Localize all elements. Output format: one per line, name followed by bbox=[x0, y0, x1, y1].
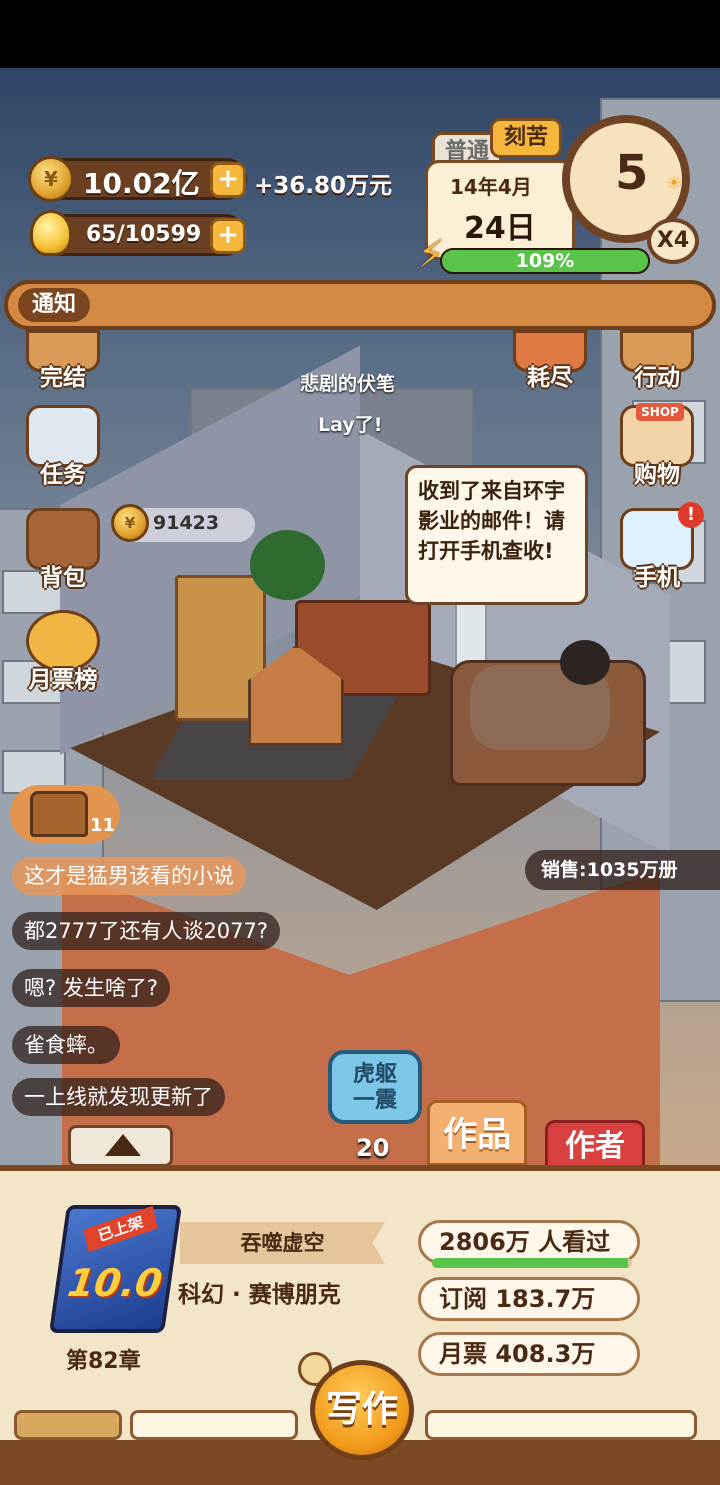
sidebar-button-exhaust[interactable]: 耗尽 bbox=[505, 320, 595, 410]
book-score: 10.0 bbox=[64, 1261, 165, 1305]
income-rate: +36.80万元 bbox=[254, 173, 393, 199]
skill-label-line1: 虎躯 bbox=[352, 1062, 397, 1087]
chat-message: 一上线就发现更新了 bbox=[12, 1078, 225, 1116]
sidebar-button-phone[interactable]: ! 手机 bbox=[612, 502, 704, 598]
coin-bubble[interactable]: ¥ 91423 bbox=[111, 504, 255, 542]
floating-text-line1: 悲剧的伏笔 bbox=[300, 373, 396, 395]
book-genre: 科幻 · 赛博朋克 bbox=[178, 1282, 341, 1308]
sun-icon: ☀ bbox=[666, 173, 683, 194]
monthly-tickets-stat: 月票 408.3万 bbox=[418, 1332, 640, 1376]
skill-label-line2: 一震 bbox=[352, 1088, 397, 1113]
energy-percent: 109% bbox=[515, 250, 575, 272]
subscriptions-stat: 订阅 183.7万 bbox=[418, 1277, 640, 1321]
lightbulb-icon bbox=[30, 210, 72, 256]
sleeping-character[interactable] bbox=[560, 640, 610, 685]
mode-tab-hard[interactable]: 刻苦 bbox=[490, 118, 562, 158]
bottom-slot-middle[interactable] bbox=[130, 1410, 298, 1440]
date-year-month: 14年4月 bbox=[450, 175, 532, 199]
lightning-icon: ⚡ bbox=[418, 232, 445, 276]
bottom-slot-right[interactable] bbox=[425, 1410, 697, 1440]
sidebar-button-monthly-ranking[interactable]: 月票榜 bbox=[18, 610, 108, 700]
floating-text-line2: Lay了! bbox=[318, 414, 383, 436]
sidebar-button-shop[interactable]: SHOP 购物 bbox=[612, 403, 702, 495]
views-progress-bar bbox=[432, 1258, 632, 1268]
clock-number: 5 bbox=[615, 145, 649, 201]
sidebar-label-finish: 完结 bbox=[40, 365, 86, 391]
speech-bubble[interactable]: 收到了来自环宇影业的邮件！请打开手机查收! bbox=[405, 465, 588, 605]
add-money-button[interactable]: + bbox=[210, 162, 246, 198]
chest-count: 11 bbox=[90, 815, 116, 836]
sidebar-label-monthly-ranking: 月票榜 bbox=[28, 667, 98, 693]
chat-message: 都2777了还有人谈2077? bbox=[12, 912, 281, 950]
coin-icon: ¥ bbox=[111, 504, 149, 542]
energy-bar: 109% bbox=[440, 248, 650, 274]
chat-message: 雀食蟀。 bbox=[12, 1026, 120, 1064]
date-card: 14年4月 24日 bbox=[425, 160, 575, 260]
book-title: 吞噬虚空 bbox=[180, 1222, 385, 1264]
money-value: 10.02亿 bbox=[83, 167, 200, 200]
published-tag: 已上架 bbox=[83, 1205, 158, 1253]
sidebar-button-action[interactable]: 行动 bbox=[612, 320, 702, 410]
inspiration-value: 65/10599 bbox=[86, 222, 202, 247]
sidebar-label-action: 行动 bbox=[634, 365, 680, 391]
sidebar-label-exhaust: 耗尽 bbox=[527, 365, 573, 391]
treasure-chest-button[interactable]: 11 bbox=[10, 785, 120, 843]
bottom-slot-left[interactable] bbox=[14, 1410, 122, 1440]
notice-bar[interactable]: 通知 bbox=[4, 280, 716, 330]
shop-sign: SHOP bbox=[636, 403, 684, 421]
speed-button[interactable]: X4 bbox=[647, 218, 699, 264]
coin-icon: ¥ bbox=[28, 156, 74, 202]
add-inspiration-button[interactable]: + bbox=[210, 218, 246, 254]
sidebar-label-bag: 背包 bbox=[40, 565, 86, 591]
sidebar-label-tasks: 任务 bbox=[40, 462, 86, 488]
status-bar bbox=[0, 0, 720, 68]
skill-count: 20 bbox=[356, 1134, 390, 1162]
sidebar-label-shop: 购物 bbox=[634, 462, 680, 488]
potted-plant bbox=[250, 530, 325, 600]
date-day: 24日 bbox=[464, 211, 536, 246]
skill-button[interactable]: 虎躯 一震 bbox=[328, 1050, 422, 1124]
arrow-up-icon bbox=[105, 1134, 141, 1156]
phone-alert-badge: ! bbox=[678, 502, 704, 528]
sidebar-button-tasks[interactable]: 任务 bbox=[18, 405, 108, 495]
write-button[interactable]: 写作 bbox=[310, 1360, 414, 1460]
book-chapter: 第82章 bbox=[66, 1349, 141, 1374]
treasure-chest-icon bbox=[30, 791, 88, 837]
coin-bubble-value: 91423 bbox=[153, 512, 220, 534]
tab-works[interactable]: 作品 bbox=[427, 1100, 527, 1166]
chat-message: 嗯? 发生啥了? bbox=[12, 969, 170, 1007]
sidebar-button-finish[interactable]: 完结 bbox=[18, 320, 108, 410]
book-cover[interactable]: 已上架 10.0 bbox=[49, 1205, 182, 1333]
chat-message: 这才是猛男该看的小说 bbox=[12, 857, 246, 895]
sidebar-label-phone: 手机 bbox=[634, 565, 680, 591]
sidebar-button-bag[interactable]: 背包 bbox=[18, 508, 108, 598]
views-progress-fill bbox=[432, 1258, 628, 1268]
sales-counter: 销售:1035万册 bbox=[525, 850, 720, 890]
expand-chat-button[interactable] bbox=[68, 1125, 173, 1167]
tab-author[interactable]: 作者 bbox=[545, 1120, 645, 1168]
notice-label: 通知 bbox=[18, 288, 90, 322]
